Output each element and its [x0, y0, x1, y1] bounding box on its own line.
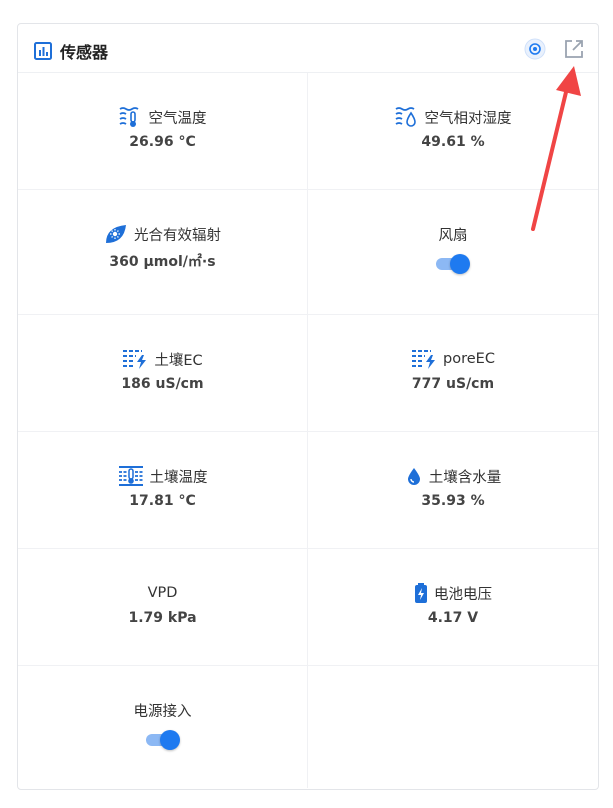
card-title-text: 传感器 [60, 43, 109, 62]
power-input-toggle[interactable] [145, 730, 180, 750]
sensor-value: 17.81 °C [129, 493, 196, 509]
sensor-grid: 空气温度 26.96 °C 空气相对湿度 49.61 % 光合有效辐射 360 … [18, 73, 598, 788]
sensor-row: 空气温度 26.96 °C 空气相对湿度 49.61 % [18, 73, 598, 190]
water-drop-icon [407, 468, 420, 485]
sensor-label: 空气相对湿度 [424, 110, 512, 127]
sensor-value: 49.61 % [421, 134, 485, 150]
sensor-label: 空气温度 [148, 110, 207, 127]
soil-ec-icon [123, 350, 147, 369]
par-leaf-icon [106, 225, 126, 243]
sensor-value: 1.79 kPa [128, 610, 197, 626]
sensor-label: 土壤温度 [149, 469, 208, 486]
card-title: 传感器 [34, 39, 108, 63]
sensor-label: 土壤含水量 [428, 469, 502, 486]
sensor-row: 光合有效辐射 360 μmol/㎡·s 风扇 [18, 190, 598, 315]
sensor-value: 186 uS/cm [121, 376, 204, 392]
open-external-button[interactable] [562, 37, 586, 61]
sensor-row: 电源接入 [18, 666, 598, 788]
sensor-cell-empty [308, 666, 598, 788]
sensor-card: 传感器 空气温度 26.96 °C 空气相对湿度 49.61 % 光合有效辐射 … [17, 23, 599, 790]
air-temperature-icon [119, 107, 138, 127]
sensor-label: 风扇 [438, 227, 468, 244]
sensor-row: 土壤EC 186 uS/cm poreEC 777 uS/cm [18, 315, 598, 432]
external-link-icon [565, 40, 583, 58]
sensor-label: poreEC [443, 351, 495, 367]
sensor-cell-power-input: 电源接入 [18, 666, 308, 788]
bar-chart-icon [34, 42, 52, 60]
sensor-value: 26.96 °C [129, 134, 196, 150]
card-header: 传感器 [18, 24, 598, 73]
air-humidity-icon [395, 107, 416, 127]
battery-icon [415, 583, 427, 603]
sensor-label: VPD [147, 585, 178, 601]
sensor-value: 360 μmol/㎡·s [109, 254, 216, 270]
target-icon [524, 38, 546, 60]
sensor-row: VPD 1.79 kPa 电池电压 4.17 V [18, 549, 598, 666]
sensor-label: 光合有效辐射 [134, 227, 221, 244]
toggle-knob [159, 730, 180, 750]
sensor-label: 电源接入 [133, 703, 192, 720]
sensor-cell-soil-ec: 土壤EC 186 uS/cm [18, 315, 308, 431]
sensor-cell-soil-moisture: 土壤含水量 35.93 % [308, 432, 598, 548]
sensor-cell-par: 光合有效辐射 360 μmol/㎡·s [18, 190, 308, 314]
sensor-label: 电池电压 [434, 586, 492, 603]
sensor-cell-pore-ec: poreEC 777 uS/cm [308, 315, 598, 431]
sensor-value: 4.17 V [427, 610, 479, 626]
pore-ec-icon [412, 350, 436, 369]
focus-button[interactable] [523, 37, 547, 61]
toggle-knob [450, 254, 470, 274]
sensor-label: 土壤EC [154, 352, 203, 369]
sensor-cell-air-humidity: 空气相对湿度 49.61 % [308, 73, 598, 189]
sensor-cell-fan: 风扇 [308, 190, 598, 314]
soil-temperature-icon [118, 466, 143, 486]
sensor-value: 777 uS/cm [411, 376, 495, 392]
sensor-cell-vpd: VPD 1.79 kPa [18, 549, 308, 665]
fan-toggle[interactable] [436, 254, 470, 274]
sensor-value: 35.93 % [421, 493, 485, 509]
sensor-cell-soil-temperature: 土壤温度 17.81 °C [18, 432, 308, 548]
sensor-row: 土壤温度 17.81 °C 土壤含水量 35.93 % [18, 432, 598, 549]
sensor-cell-air-temperature: 空气温度 26.96 °C [18, 73, 308, 189]
sensor-cell-battery-voltage: 电池电压 4.17 V [308, 549, 598, 665]
